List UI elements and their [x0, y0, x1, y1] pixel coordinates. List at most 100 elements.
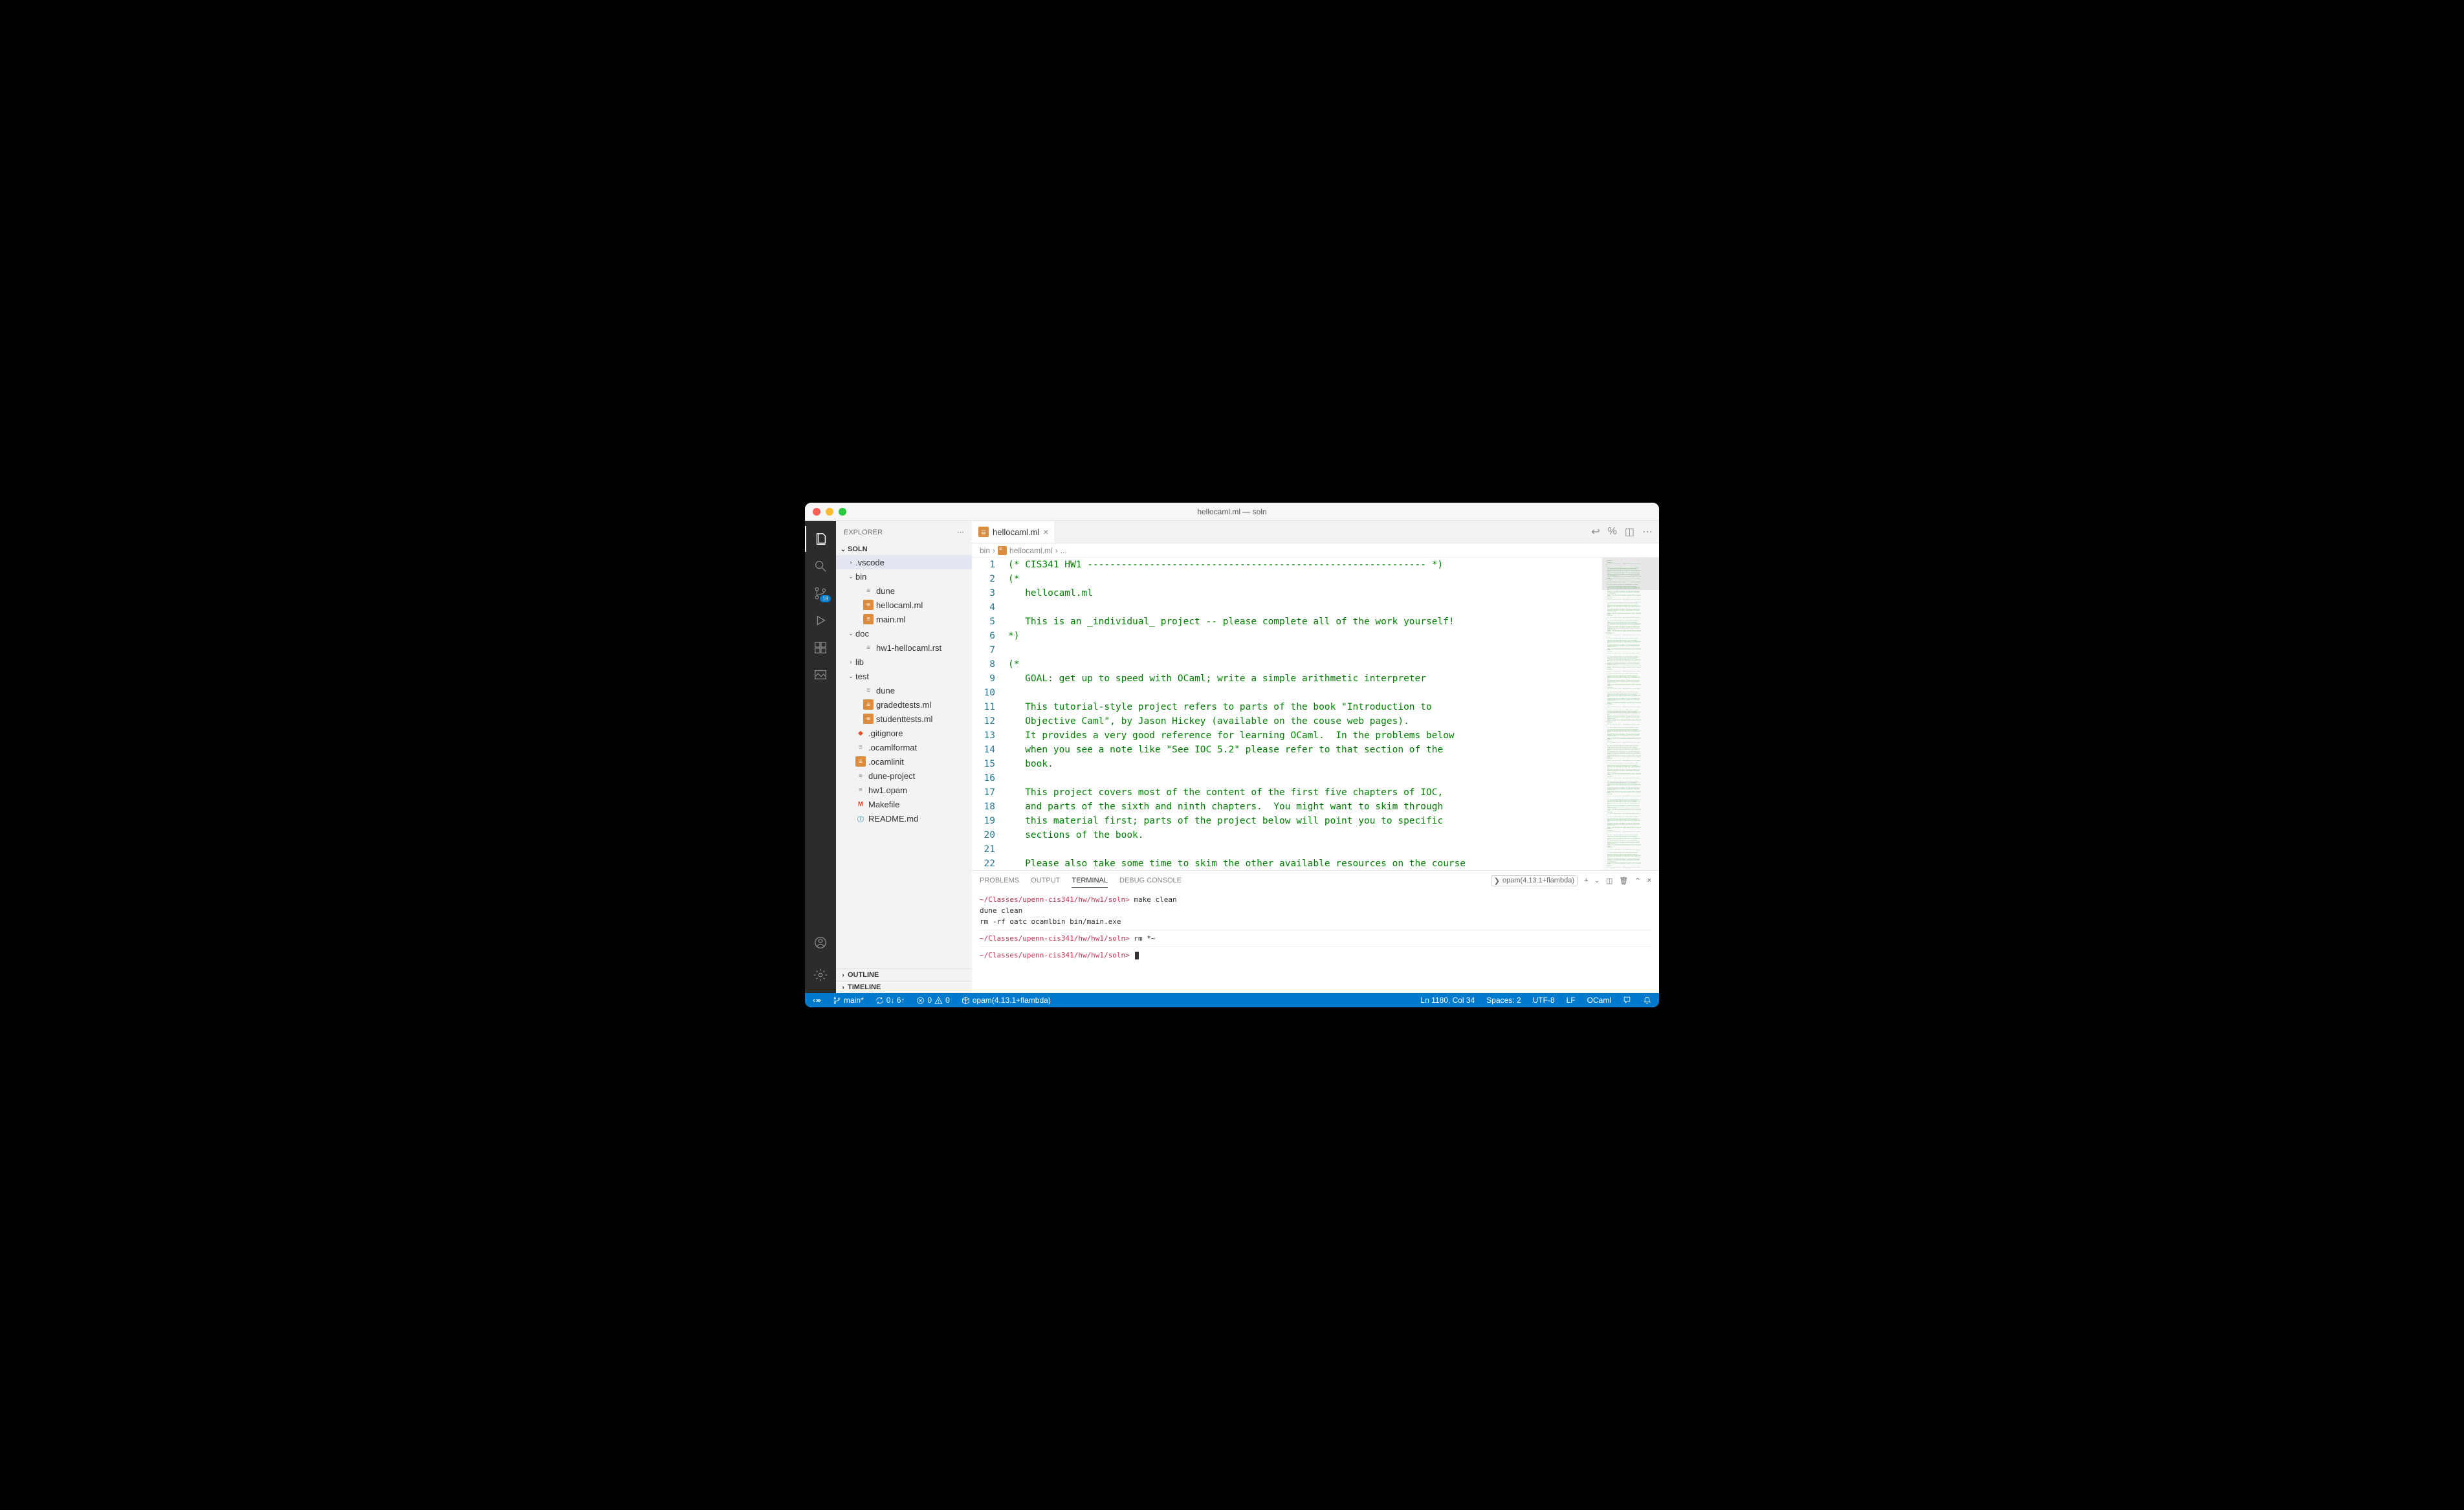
status-eol[interactable]: LF [1564, 996, 1578, 1005]
split-editor-icon[interactable]: ◫ [1625, 525, 1634, 538]
new-terminal-button[interactable]: + [1584, 877, 1588, 884]
panel-tab-debug[interactable]: DEBUG CONSOLE [1119, 874, 1182, 887]
status-encoding[interactable]: UTF-8 [1530, 996, 1557, 1005]
editor-tabs: ≡ hellocaml.ml × ↩ % ◫ ⋯ [972, 521, 1659, 543]
status-feedback[interactable] [1620, 996, 1634, 1004]
gear-icon [813, 968, 828, 982]
timeline-section[interactable]: › TIMELINE [836, 981, 972, 993]
status-language[interactable]: OCaml [1585, 996, 1614, 1005]
panel-tab-terminal[interactable]: TERMINAL [1072, 874, 1108, 888]
split-terminal-button[interactable]: ◫ [1606, 877, 1612, 885]
status-sync[interactable]: 0↓ 6↑ [873, 993, 908, 1007]
terminal-selector[interactable]: ❯ opam(4.13.1+flambda) [1491, 875, 1578, 886]
status-notifications[interactable] [1640, 996, 1654, 1004]
status-branch[interactable]: main* [830, 993, 866, 1007]
tree-item[interactable]: ⌄doc [836, 626, 972, 640]
minimap[interactable]: (* CIS341 HW1 --------------------------… [1602, 558, 1659, 870]
run-debug-tab[interactable] [805, 607, 836, 633]
tree-item-label: doc [855, 629, 869, 639]
tree-item[interactable]: ⓘREADME.md [836, 811, 972, 826]
tree-item-label: gradedtests.ml [876, 700, 931, 710]
tree-item[interactable]: ›.vscode [836, 555, 972, 569]
breadcrumb-part[interactable]: ... [1061, 546, 1067, 555]
tree-item[interactable]: ≡studenttests.ml [836, 712, 972, 726]
tree-item-label: .ocamlformat [868, 743, 917, 752]
tree-item[interactable]: MMakefile [836, 797, 972, 811]
tree-item[interactable]: ≡hellocaml.ml [836, 598, 972, 612]
tree-item-label: dune-project [868, 771, 915, 781]
source-control-tab[interactable]: 18 [805, 580, 836, 606]
account-icon [813, 936, 828, 950]
ocaml-file-icon: ≡ [978, 527, 989, 537]
accounts-tab[interactable] [805, 930, 836, 956]
search-tab[interactable] [805, 553, 836, 579]
tree-item[interactable]: ≡.ocamlformat [836, 740, 972, 754]
main-area: ≡ hellocaml.ml × ↩ % ◫ ⋯ bin › ≡ helloca… [972, 521, 1659, 993]
tree-item[interactable]: ≡dune [836, 584, 972, 598]
tree-item[interactable]: ≡dune [836, 683, 972, 697]
status-spaces[interactable]: Spaces: 2 [1484, 996, 1523, 1005]
tree-item[interactable]: ≡hw1.opam [836, 783, 972, 797]
close-window-button[interactable] [813, 508, 820, 516]
sync-icon [875, 996, 884, 1005]
sidebar-root-section[interactable]: ⌄ SOLN [836, 543, 972, 555]
files-icon [814, 532, 828, 546]
scm-badge: 18 [820, 595, 831, 602]
go-back-icon[interactable]: ↩ [1591, 525, 1600, 538]
tree-item-label: test [855, 672, 869, 681]
close-panel-button[interactable]: × [1647, 877, 1651, 884]
maximize-panel-button[interactable]: ⌃ [1634, 877, 1640, 885]
custom-tab[interactable] [805, 662, 836, 688]
tab-close-button[interactable]: × [1043, 527, 1048, 537]
tree-item[interactable]: ≡.ocamlinit [836, 754, 972, 769]
titlebar: hellocaml.ml — soln [805, 503, 1659, 521]
play-icon [813, 613, 828, 628]
tree-item[interactable]: ≡main.ml [836, 612, 972, 626]
settings-tab[interactable] [805, 962, 836, 988]
panel-tab-problems[interactable]: PROBLEMS [980, 874, 1019, 887]
tree-item[interactable]: ⌄test [836, 669, 972, 683]
activity-bar: 18 [805, 521, 836, 993]
maximize-window-button[interactable] [839, 508, 846, 516]
tree-item-label: .ocamlinit [868, 757, 904, 767]
extensions-tab[interactable] [805, 635, 836, 661]
tree-item-label: .vscode [855, 558, 885, 567]
status-errors[interactable]: 0 0 [914, 993, 952, 1007]
status-remote[interactable] [810, 993, 824, 1007]
tree-item[interactable]: ≡dune-project [836, 769, 972, 783]
tree-item[interactable]: ◆.gitignore [836, 726, 972, 740]
terminal-dropdown[interactable]: ⌄ [1594, 877, 1600, 884]
tree-item[interactable]: ≡hw1-hellocaml.rst [836, 640, 972, 655]
minimize-window-button[interactable] [826, 508, 833, 516]
breadcrumb-part[interactable]: hellocaml.ml [1009, 546, 1053, 555]
kill-terminal-button[interactable]: 🗑 [1619, 877, 1628, 885]
sidebar-more-icon[interactable]: ⋯ [957, 528, 964, 536]
tree-item-label: main.ml [876, 615, 906, 624]
breadcrumb[interactable]: bin › ≡ hellocaml.ml › ... [972, 543, 1659, 558]
image-icon [813, 668, 828, 682]
window-title: hellocaml.ml — soln [1197, 507, 1266, 516]
tree-item[interactable]: ⌄bin [836, 569, 972, 584]
sidebar-header: EXPLORER ⋯ [836, 521, 972, 543]
editor-tab[interactable]: ≡ hellocaml.ml × [972, 521, 1055, 543]
status-opam[interactable]: opam(4.13.1+flambda) [959, 993, 1053, 1007]
tab-label: hellocaml.ml [993, 527, 1039, 537]
terminal-content[interactable]: ~/Classes/upenn-cis341/hw/hw1/soln> make… [972, 890, 1659, 993]
diff-icon[interactable]: % [1608, 526, 1617, 538]
panel-tab-output[interactable]: OUTPUT [1031, 874, 1060, 887]
breadcrumb-part[interactable]: bin [980, 546, 990, 555]
tree-item[interactable]: ≡gradedtests.ml [836, 697, 972, 712]
chevron-right-icon: › [839, 972, 848, 979]
code-editor[interactable]: 1234567891011121314151617181920212223 (*… [972, 558, 1602, 870]
more-actions-icon[interactable]: ⋯ [1642, 525, 1653, 538]
panel-tabs: PROBLEMS OUTPUT TERMINAL DEBUG CONSOLE ❯… [972, 871, 1659, 890]
explorer-tab[interactable] [805, 526, 836, 552]
tree-item[interactable]: ›lib [836, 655, 972, 669]
terminal-cursor [1135, 952, 1139, 959]
outline-section[interactable]: › OUTLINE [836, 968, 972, 981]
code-content[interactable]: (* CIS341 HW1 --------------------------… [1008, 558, 1602, 870]
tree-item-label: hw1-hellocaml.rst [876, 643, 941, 653]
package-icon [962, 996, 970, 1005]
tree-item-label: lib [855, 657, 864, 667]
status-position[interactable]: Ln 1180, Col 34 [1418, 996, 1477, 1005]
